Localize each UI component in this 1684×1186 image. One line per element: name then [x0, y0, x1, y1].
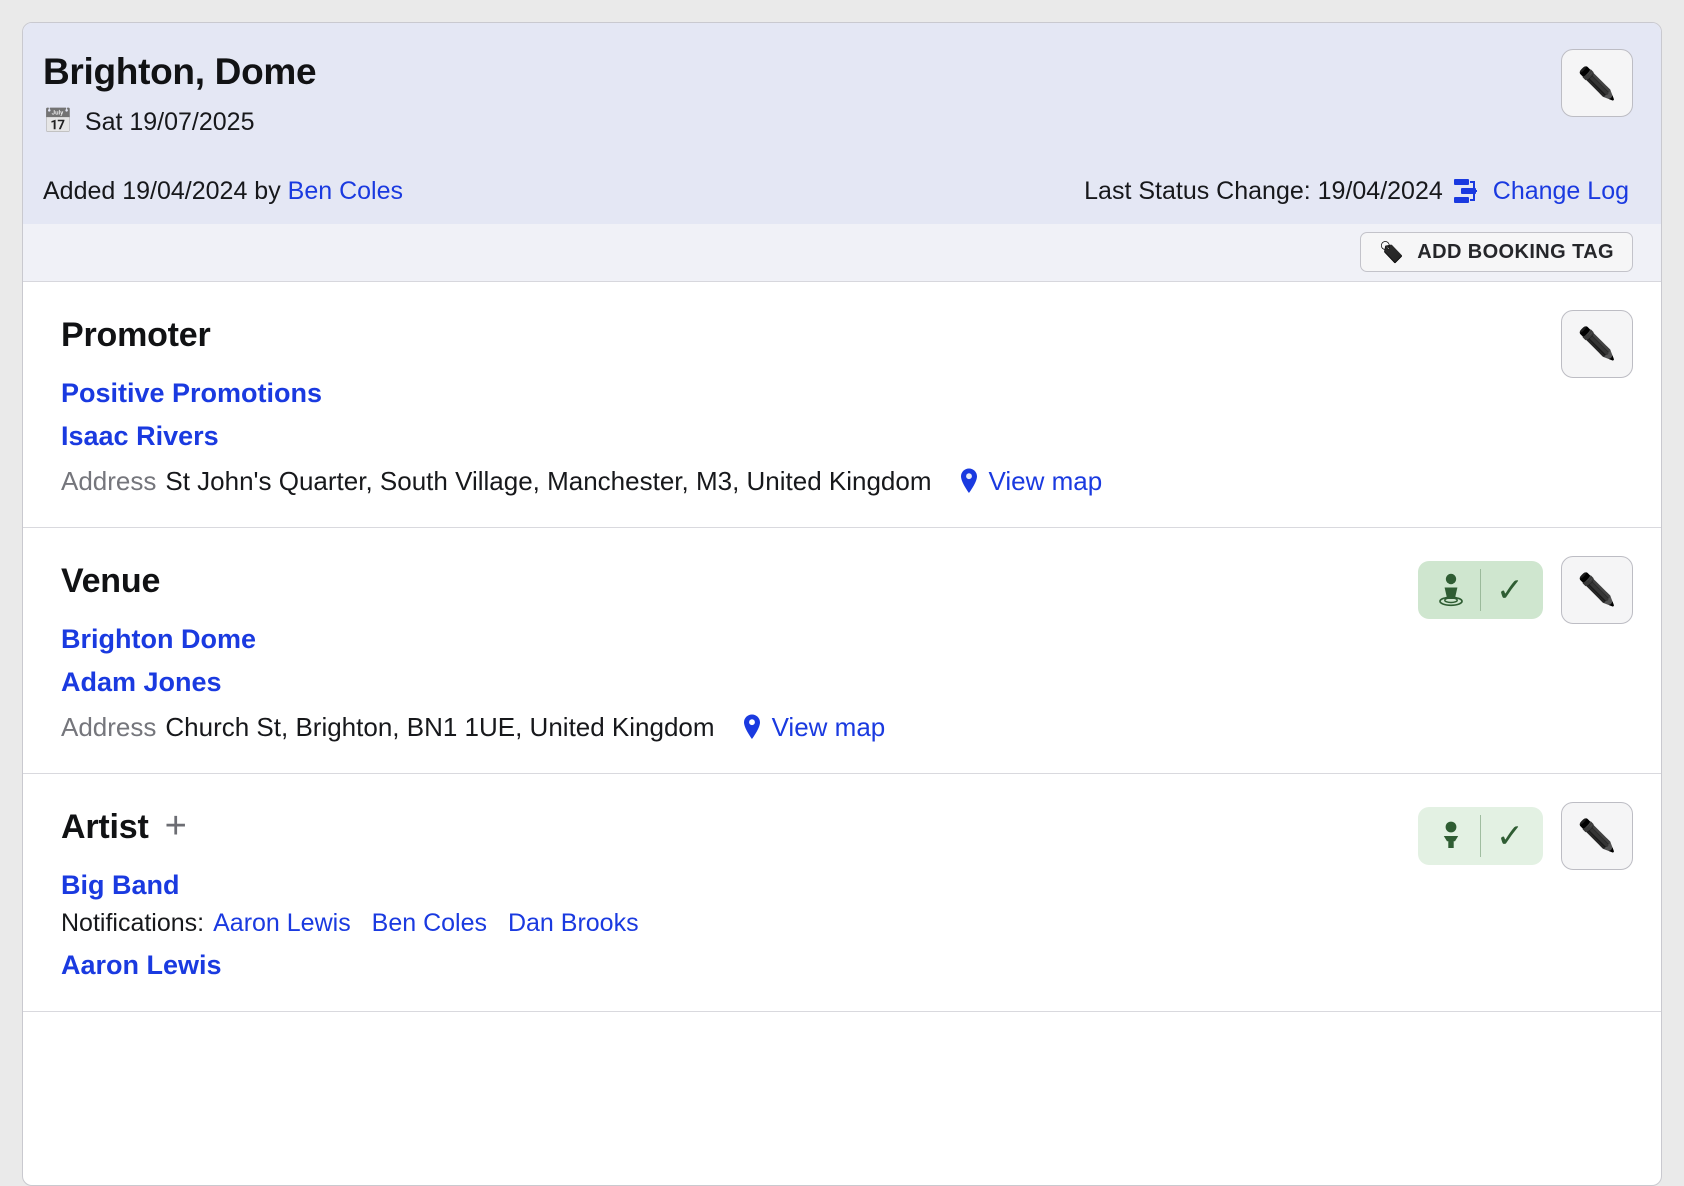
artist-title: Artist	[61, 808, 149, 847]
artist-notifications-row: Notifications: Aaron Lewis Ben Coles Dan…	[61, 909, 1633, 938]
edit-venue-button[interactable]: ✏️	[1561, 555, 1633, 624]
pencil-icon: ✏️	[1577, 818, 1617, 854]
venue-view-map-label: View map	[771, 711, 886, 742]
promoter-address-label: Address	[61, 465, 157, 496]
venue-status-pill: ✓	[1418, 560, 1543, 619]
calendar-icon: 📅	[43, 108, 73, 136]
promoter-address-value: St John's Quarter, South Village, Manche…	[165, 465, 932, 496]
added-label: Added 19/04/2024 by	[43, 176, 288, 205]
venue-confirmed-icon	[1439, 573, 1463, 606]
edit-booking-button[interactable]: ✏️	[1561, 49, 1633, 117]
artist-actions: ✓ ✏️	[1418, 801, 1633, 870]
venue-pill-divider	[1480, 568, 1481, 611]
artist-agent-link[interactable]: Aaron Lewis	[61, 950, 222, 981]
booking-date-row: 📅 Sat 19/07/2025	[43, 108, 1633, 137]
add-booking-tag-label: ADD BOOKING TAG	[1417, 240, 1614, 263]
add-artist-icon[interactable]: +	[165, 807, 187, 845]
venue-title: Venue	[61, 562, 161, 601]
venue-view-map-link[interactable]: View map	[741, 711, 886, 743]
map-pin-icon	[960, 468, 977, 494]
venue-confirm-check-button[interactable]: ✓	[1481, 561, 1539, 619]
promoter-company-link[interactable]: Positive Promotions	[61, 378, 322, 409]
booking-detail-card: Brighton, Dome 📅 Sat 19/07/2025 Added 19…	[22, 22, 1662, 1186]
add-booking-tag-button[interactable]: 🏷️ ADD BOOKING TAG	[1359, 232, 1633, 273]
edit-artist-button[interactable]: ✏️	[1561, 801, 1633, 870]
promoter-contact-link[interactable]: Isaac Rivers	[61, 421, 219, 452]
added-by-user-link[interactable]: Ben Coles	[288, 177, 403, 205]
artist-status-pill: ✓	[1418, 806, 1543, 865]
notification-user[interactable]: Ben Coles	[372, 909, 487, 937]
page-title: Brighton, Dome	[43, 51, 317, 92]
map-pin-icon	[743, 714, 760, 740]
booking-header: Brighton, Dome 📅 Sat 19/07/2025 Added 19…	[23, 23, 1661, 224]
venue-actions: ✓ ✏️	[1418, 555, 1633, 624]
tag-icon: 🏷️	[1378, 241, 1405, 264]
promoter-view-map-link[interactable]: View map	[958, 465, 1103, 497]
venue-address-value: Church St, Brighton, BN1 1UE, United Kin…	[165, 711, 715, 742]
check-icon: ✓	[1496, 571, 1524, 609]
notifications-label: Notifications:	[61, 908, 205, 937]
artist-pill-divider	[1480, 814, 1481, 857]
artist-confirm-check-button[interactable]: ✓	[1481, 807, 1539, 865]
pencil-icon: ✏️	[1577, 572, 1617, 608]
booking-tag-bar: 🏷️ ADD BOOKING TAG	[23, 223, 1661, 282]
notification-user[interactable]: Dan Brooks	[508, 909, 639, 937]
venue-address-row: Address Church St, Brighton, BN1 1UE, Un…	[61, 712, 1633, 743]
artist-confirmed-icon-button[interactable]	[1422, 807, 1480, 865]
artist-name-link[interactable]: Big Band	[61, 870, 180, 901]
added-by-text: Added 19/04/2024 by Ben Coles	[43, 177, 403, 206]
notification-user-list: Aaron Lewis Ben Coles Dan Brooks	[213, 909, 652, 938]
last-status-change-text: Last Status Change: 19/04/2024	[1084, 176, 1443, 205]
promoter-address-row: Address St John's Quarter, South Village…	[61, 466, 1633, 497]
promoter-title: Promoter	[61, 316, 211, 355]
artist-header: Artist +	[61, 800, 1633, 856]
venue-contact-link[interactable]: Adam Jones	[61, 667, 222, 698]
change-log-link[interactable]: Change Log	[1493, 177, 1629, 206]
booking-date: Sat 19/07/2025	[84, 107, 255, 136]
booking-meta-row: Added 19/04/2024 by Ben Coles Last Statu…	[43, 177, 1633, 206]
promoter-section: Promoter Positive Promotions Isaac River…	[23, 282, 1661, 528]
venue-header: Venue	[61, 554, 1633, 610]
pencil-icon: ✏️	[1577, 326, 1617, 362]
artist-section: Artist + Big Band Notifications: Aaron L…	[23, 774, 1661, 1012]
pencil-icon: ✏️	[1577, 65, 1617, 101]
check-icon: ✓	[1496, 817, 1524, 855]
venue-confirmed-icon-button[interactable]	[1422, 561, 1480, 619]
promoter-view-map-label: View map	[988, 465, 1103, 496]
notification-user[interactable]: Aaron Lewis	[213, 909, 351, 937]
venue-section: Venue Brighton Dome Adam Jones Address C…	[23, 528, 1661, 774]
artist-confirmed-icon	[1443, 821, 1459, 848]
venue-name-link[interactable]: Brighton Dome	[61, 624, 256, 655]
promoter-header: Promoter	[61, 308, 1633, 364]
edit-promoter-button[interactable]: ✏️	[1561, 309, 1633, 378]
last-status-change-group: Last Status Change: 19/04/2024 Change Lo…	[1084, 177, 1633, 206]
venue-address-label: Address	[61, 711, 157, 742]
change-log-icon	[1453, 177, 1483, 205]
